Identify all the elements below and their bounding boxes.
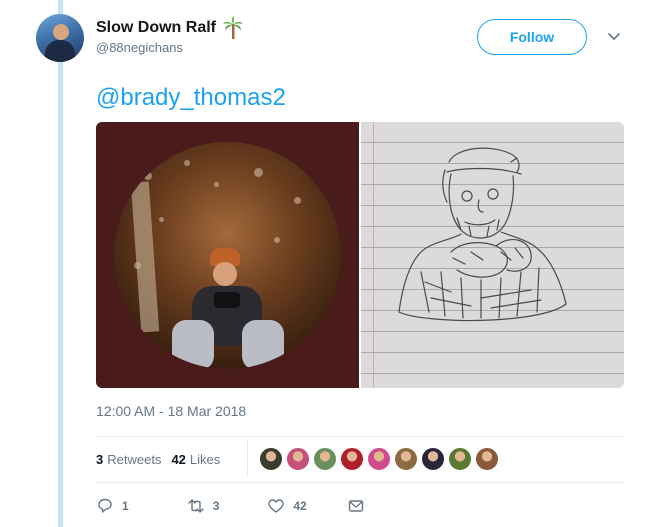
retweets-stat[interactable]: 3 Retweets [96, 452, 161, 467]
follow-button[interactable]: Follow [477, 19, 587, 55]
like-count: 42 [293, 499, 307, 513]
liker-avatar[interactable] [286, 447, 310, 471]
tweet-text[interactable]: @brady_thomas2 [96, 84, 286, 112]
liker-avatar[interactable] [421, 447, 445, 471]
tweet-media[interactable] [96, 122, 624, 388]
reply-icon [98, 498, 112, 513]
likes-stat[interactable]: 42 Likes [171, 452, 220, 467]
tweet-timestamp[interactable]: 12:00 AM - 18 Mar 2018 [96, 403, 246, 419]
reply-count: 1 [122, 499, 129, 513]
liker-avatar[interactable] [340, 447, 364, 471]
retweet-button[interactable]: 3 [187, 497, 220, 515]
reply-button[interactable]: 1 [96, 497, 129, 515]
liker-avatar[interactable] [259, 447, 283, 471]
liker-avatar[interactable] [475, 447, 499, 471]
profile-photo-circle [114, 142, 341, 369]
avatar[interactable] [36, 14, 84, 62]
tweet-stats: 3 Retweets 42 Likes [96, 452, 230, 467]
divider-top [96, 436, 624, 437]
liker-avatar[interactable] [313, 447, 337, 471]
heart-icon [268, 499, 285, 513]
like-button[interactable]: 42 [267, 497, 307, 515]
liker-avatar[interactable] [394, 447, 418, 471]
user-handle[interactable]: @88negichans [96, 40, 183, 55]
stats-divider [247, 441, 248, 477]
display-name[interactable]: Slow Down Ralf [96, 19, 216, 37]
direct-message-button[interactable] [347, 497, 365, 515]
palm-tree-icon [223, 16, 243, 39]
media-photo-left[interactable] [96, 122, 359, 388]
divider-bottom [96, 482, 624, 483]
chevron-down-icon[interactable] [606, 30, 622, 44]
retweet-icon [187, 499, 204, 513]
likers-avatar-row [259, 447, 502, 471]
pencil-sketch-drawing [398, 147, 567, 322]
tweet-actions: 1 3 42 [96, 494, 365, 518]
media-sketch-right[interactable] [361, 122, 624, 388]
thread-line [58, 0, 63, 527]
liker-avatar[interactable] [367, 447, 391, 471]
liker-avatar[interactable] [448, 447, 472, 471]
retweet-count: 3 [212, 499, 220, 513]
envelope-icon [348, 500, 363, 512]
name-row: Slow Down Ralf [96, 16, 244, 40]
